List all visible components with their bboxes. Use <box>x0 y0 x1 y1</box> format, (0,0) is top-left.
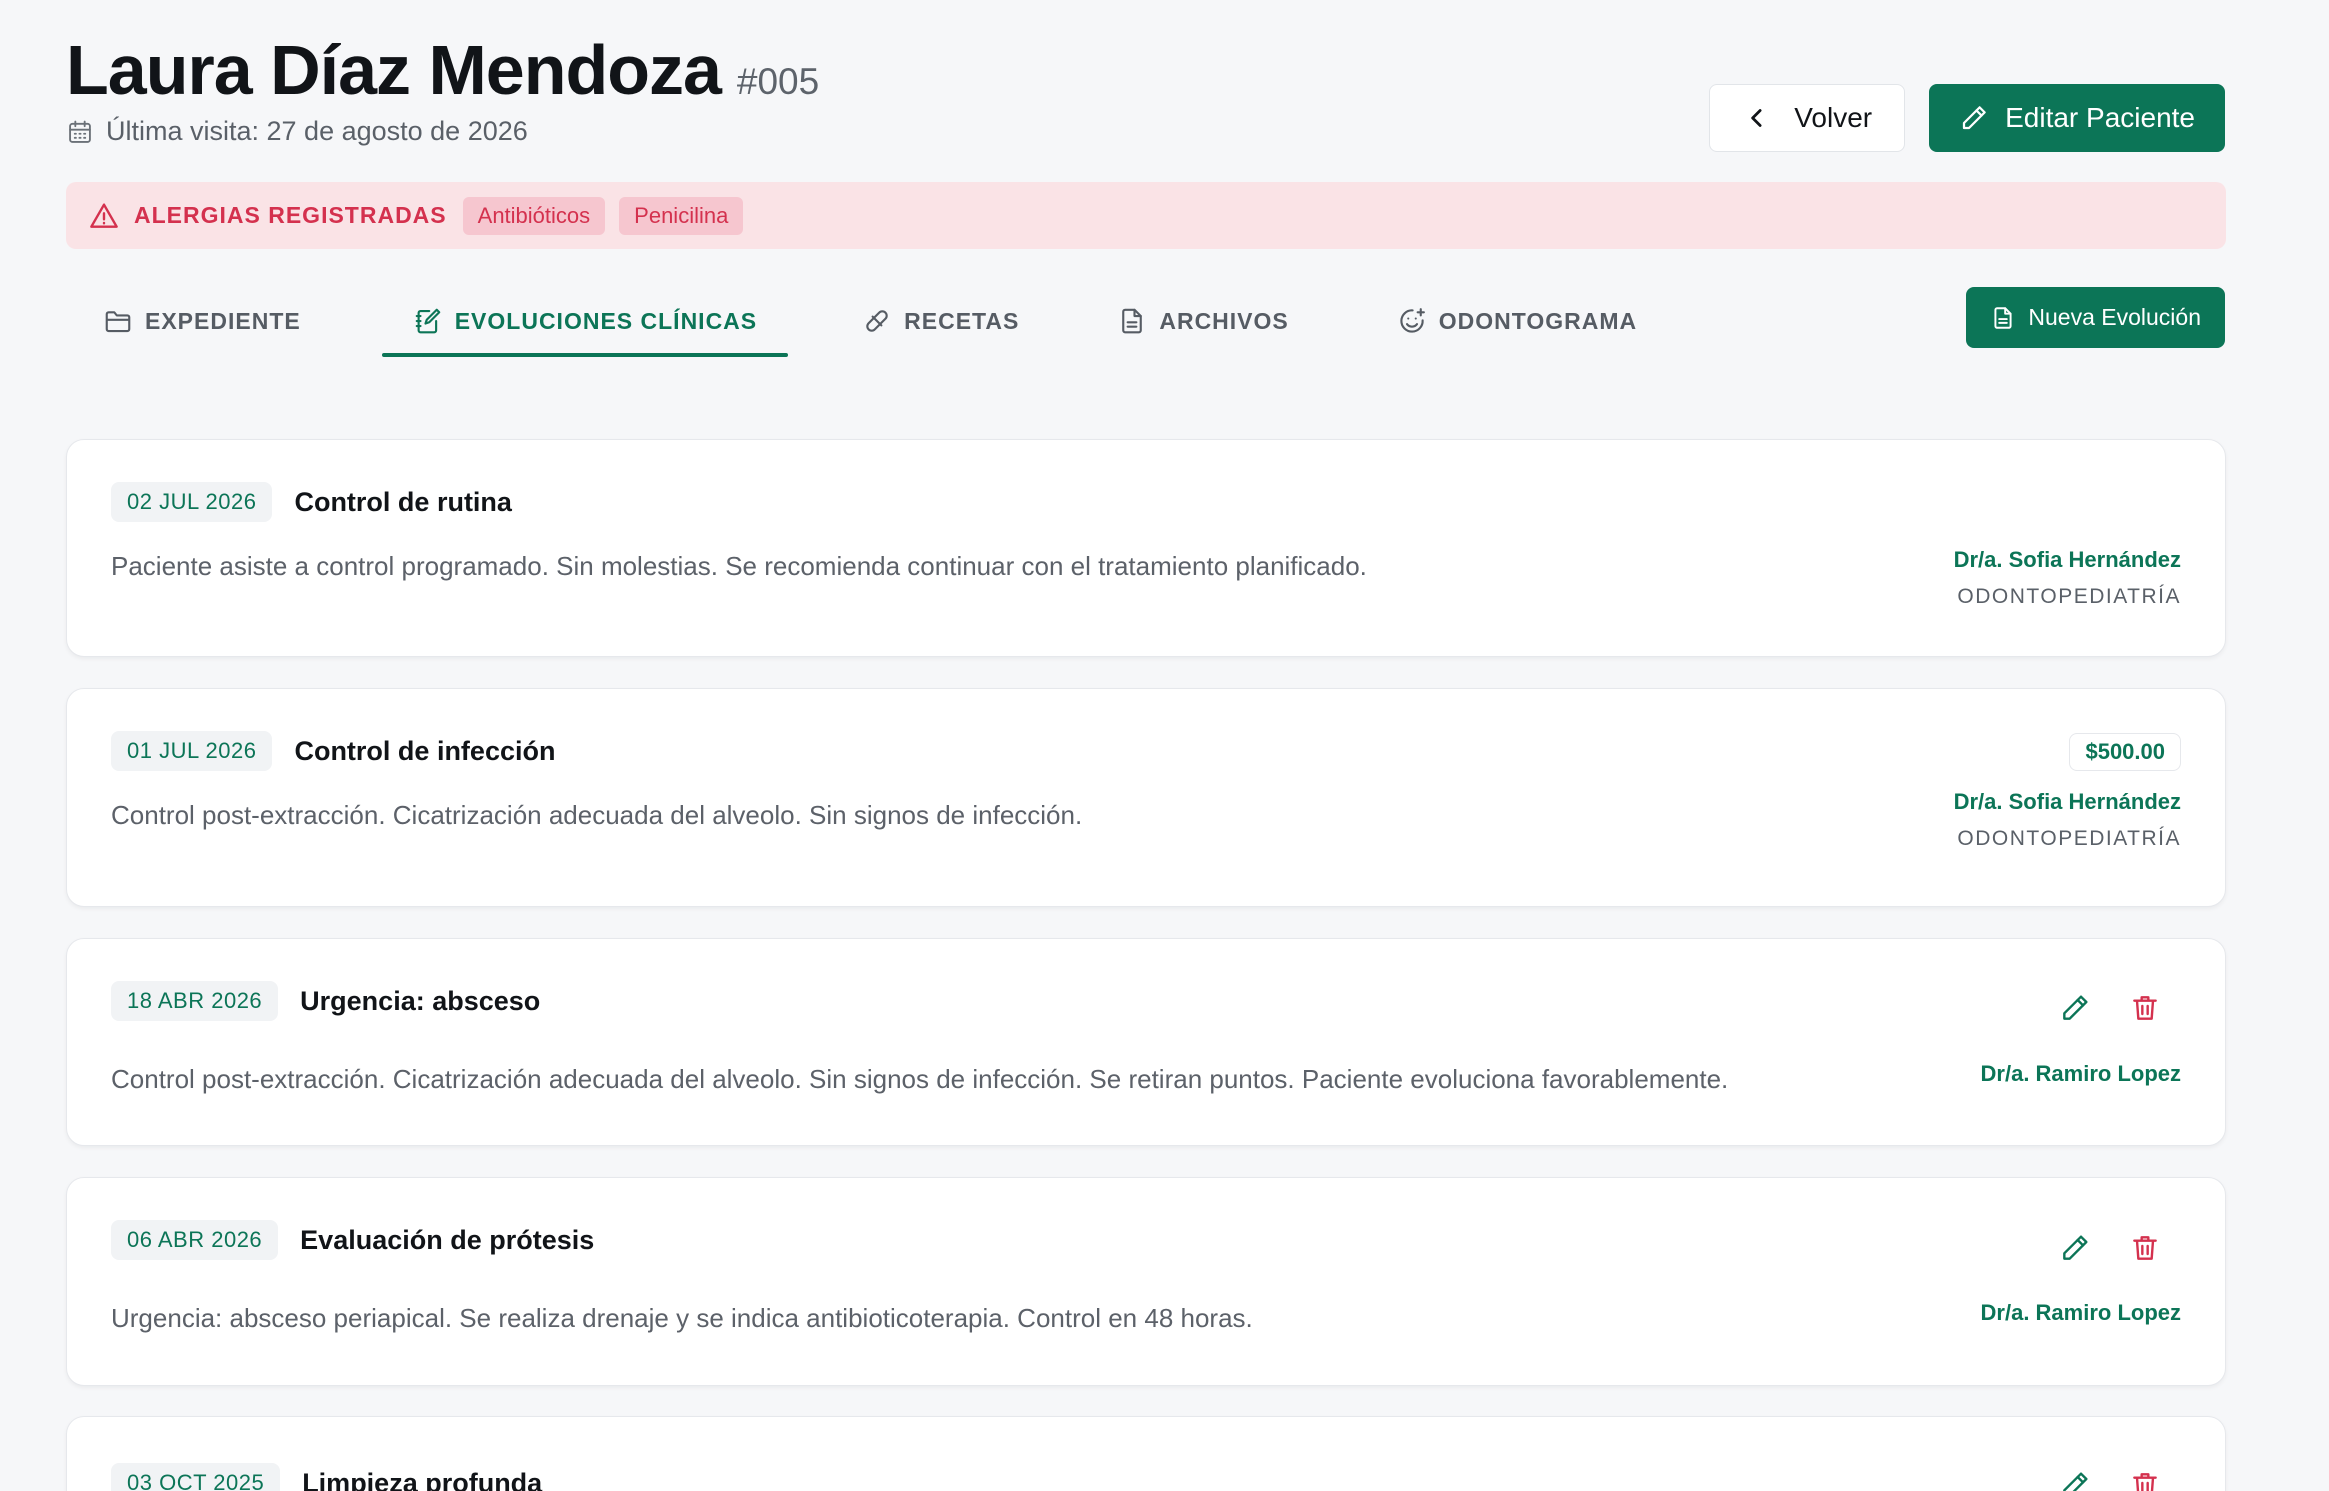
evolution-title: Limpieza profunda <box>302 1467 543 1491</box>
tab-spacer <box>1045 285 1101 357</box>
back-button[interactable]: Volver <box>1709 84 1906 152</box>
row-actions <box>2059 992 2161 1024</box>
tab-label: ARCHIVOS <box>1159 307 1289 334</box>
tab-spacer <box>788 285 836 357</box>
doctor-name: Dr/a. Ramiro Lopez <box>1980 1061 2181 1086</box>
file-icon <box>1122 308 1143 334</box>
doctor-specialty: ODONTOPEDIATRÍA <box>1957 585 2181 608</box>
last-visit-text: Última visita: 27 de agosto de 2026 <box>106 116 528 146</box>
card-header: 03 OCT 2025 Limpieza profunda <box>111 1463 542 1491</box>
doctor-name: Dr/a. Sofia Hernández <box>1953 789 2181 814</box>
price-badge: $500.00 <box>2069 733 2181 771</box>
new-evolution-label: Nueva Evolución <box>2028 304 2201 330</box>
alert-triangle-icon <box>90 202 118 228</box>
doctor-info: Dr/a. Sofia Hernández ODONTOPEDIATRÍA <box>1954 547 2181 609</box>
allergy-tag: Penicilina <box>619 196 744 235</box>
card-header: 06 ABR 2026 Evaluación de prótesis <box>111 1220 594 1260</box>
date-badge: 06 ABR 2026 <box>111 1220 279 1260</box>
card-header: 02 JUL 2026 Control de rutina <box>111 482 512 522</box>
trash-icon[interactable] <box>2129 1469 2161 1491</box>
calendar-icon <box>69 120 91 143</box>
tab-spacer <box>1305 285 1381 357</box>
evolution-description: Control post-extracción. Cicatrización a… <box>111 1064 1729 1094</box>
evolution-card[interactable]: 03 OCT 2025 Limpieza profunda <box>66 1416 2226 1491</box>
document-icon <box>1994 306 2012 329</box>
card-header: 18 ABR 2026 Urgencia: absceso <box>111 981 540 1021</box>
allergy-banner: ALERGIAS REGISTRADAS Antibióticos Penici… <box>66 182 2226 249</box>
evolution-description: Paciente asiste a control programado. Si… <box>111 551 1367 581</box>
tab-odontograma[interactable]: ODONTOGRAMA <box>1381 285 1653 357</box>
evolution-card[interactable]: 02 JUL 2026 Control de rutina Paciente a… <box>66 439 2226 657</box>
evolution-description: Control post-extracción. Cicatrización a… <box>111 800 1083 830</box>
edit-icon[interactable] <box>2059 1232 2091 1264</box>
edit-icon[interactable] <box>2059 1469 2091 1491</box>
new-evolution-button[interactable]: Nueva Evolución <box>1966 287 2225 348</box>
pencil-icon <box>1962 106 1986 130</box>
patient-page: Laura Díaz Mendoza #005 Última visita: 2… <box>0 0 2329 1491</box>
trash-icon[interactable] <box>2129 1232 2161 1264</box>
evolution-title: Control de infección <box>294 735 556 766</box>
tab-evoluciones-clinicas[interactable]: EVOLUCIONES CLÍNICAS <box>381 285 789 357</box>
tab-archivos[interactable]: ARCHIVOS <box>1101 285 1304 357</box>
tab-expediente[interactable]: EXPEDIENTE <box>66 285 338 357</box>
doctor-specialty: ODONTOPEDIATRÍA <box>1957 827 2181 850</box>
trash-icon[interactable] <box>2129 992 2161 1024</box>
header-actions: Volver Editar Paciente <box>1709 84 2225 152</box>
evolution-card[interactable]: 18 ABR 2026 Urgencia: absceso Control po… <box>66 938 2226 1146</box>
card-header: 01 JUL 2026 Control de infección <box>111 731 555 771</box>
date-badge: 01 JUL 2026 <box>111 731 273 771</box>
notebook-edit-icon <box>415 308 441 334</box>
evolution-card[interactable]: 06 ABR 2026 Evaluación de prótesis Urgen… <box>66 1177 2226 1386</box>
smile-plus-icon <box>1400 308 1425 333</box>
evolution-title: Control de rutina <box>294 486 512 517</box>
tab-label: EVOLUCIONES CLÍNICAS <box>454 307 758 334</box>
tab-bar: EXPEDIENTE EVOLUCIONES CLÍNICAS RECETAS <box>66 285 1653 357</box>
patient-name: Laura Díaz Mendoza <box>66 31 722 109</box>
tab-label: ODONTOGRAMA <box>1438 307 1638 334</box>
edit-patient-label: Editar Paciente <box>2005 102 2195 133</box>
folder-icon <box>105 311 131 333</box>
tab-label: EXPEDIENTE <box>145 307 301 334</box>
allergy-tag: Antibióticos <box>462 196 606 235</box>
patient-header: Laura Díaz Mendoza #005 Última visita: 2… <box>66 30 2225 160</box>
doctor-name: Dr/a. Sofia Hernández <box>1953 547 2181 572</box>
doctor-info: Dr/a. Ramiro Lopez <box>1981 1061 2181 1087</box>
patient-id: #005 <box>736 61 820 102</box>
tab-recetas[interactable]: RECETAS <box>836 285 1045 357</box>
date-badge: 03 OCT 2025 <box>111 1463 281 1491</box>
date-badge: 02 JUL 2026 <box>111 482 273 522</box>
pill-icon <box>866 310 888 332</box>
evolution-title: Urgencia: absceso <box>300 985 541 1016</box>
doctor-info: Dr/a. Ramiro Lopez <box>1981 1300 2181 1326</box>
evolution-card[interactable]: 01 JUL 2026 Control de infección Control… <box>66 688 2226 907</box>
date-badge: 18 ABR 2026 <box>111 981 279 1021</box>
back-button-label: Volver <box>1794 102 1873 133</box>
allergy-label: ALERGIAS REGISTRADAS <box>134 202 447 228</box>
evolution-title: Evaluación de prótesis <box>300 1224 595 1255</box>
evolution-description: Urgencia: absceso periapical. Se realiza… <box>111 1303 1253 1333</box>
edit-patient-button[interactable]: Editar Paciente <box>1929 84 2225 152</box>
tab-label: RECETAS <box>904 307 1020 334</box>
doctor-name: Dr/a. Ramiro Lopez <box>1980 1300 2181 1325</box>
tab-spacer <box>338 285 382 357</box>
row-actions <box>2059 1232 2161 1264</box>
doctor-info: $500.00 Dr/a. Sofia Hernández ODONTOPEDI… <box>1954 733 2181 851</box>
edit-icon[interactable] <box>2059 992 2091 1024</box>
chevron-left-icon <box>1751 109 1762 127</box>
row-actions <box>2059 1469 2161 1491</box>
